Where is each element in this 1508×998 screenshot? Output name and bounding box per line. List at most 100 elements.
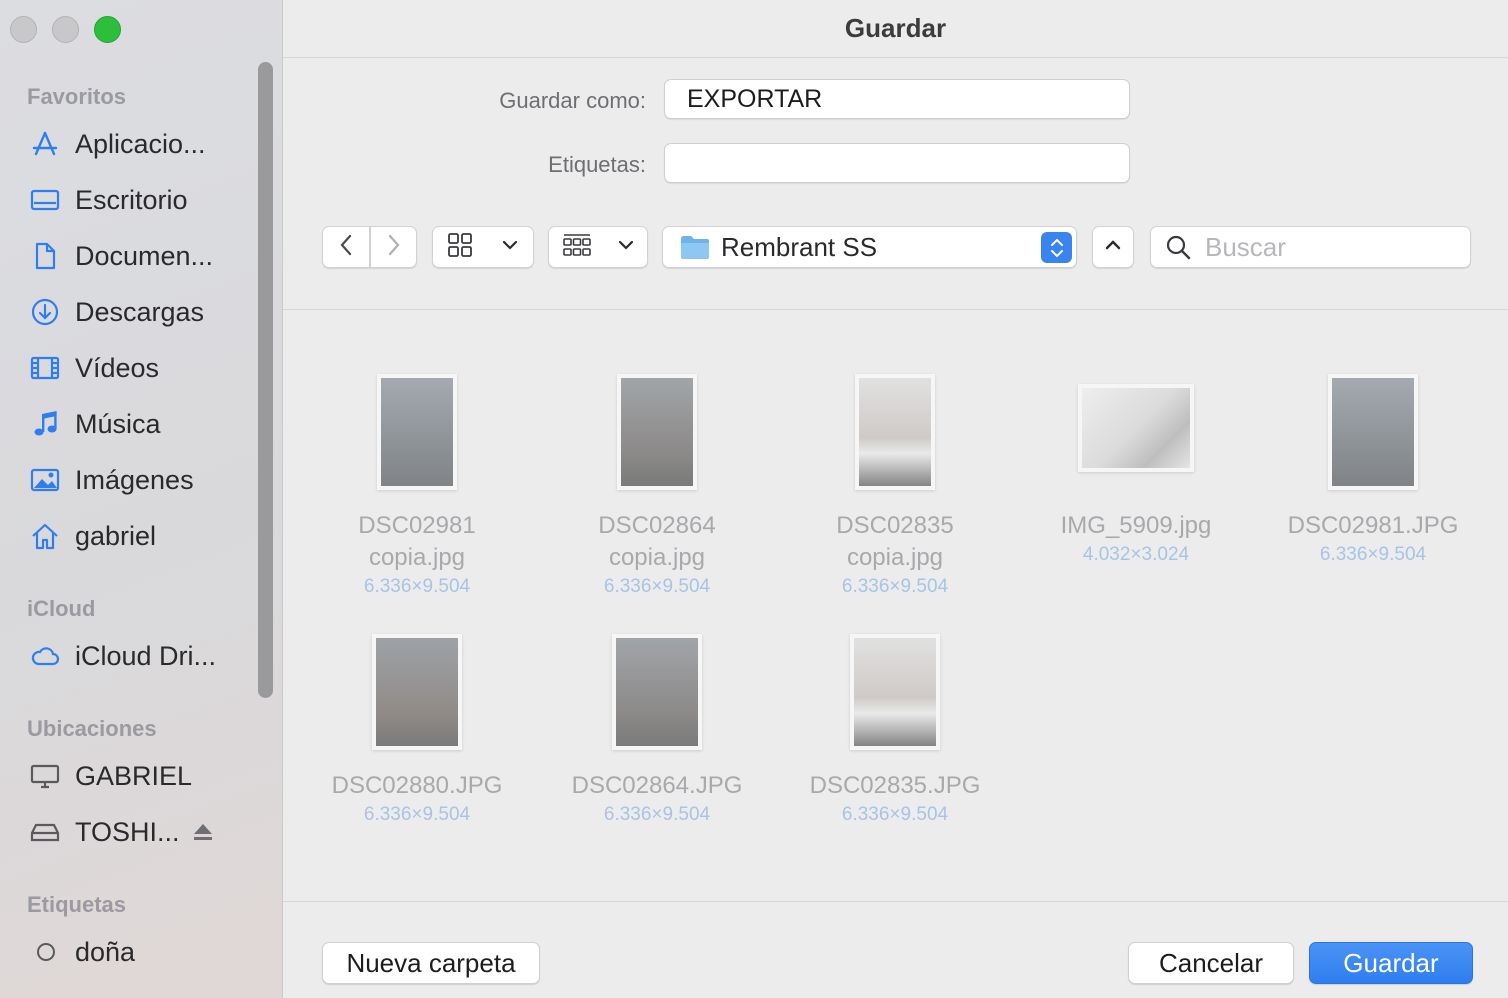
file-name: DSC02880.JPG — [331, 772, 503, 799]
chevron-right-icon — [386, 233, 402, 262]
chevron-down-icon — [501, 238, 519, 257]
save-button[interactable]: Guardar — [1309, 942, 1473, 984]
chevron-down-icon — [617, 238, 635, 257]
file-item[interactable]: DSC02981 copia.jpg 6.336×9.504 — [307, 366, 527, 600]
sidebar-item-documents[interactable]: Documen... — [30, 236, 260, 276]
file-item[interactable]: DSC02835 copia.jpg 6.336×9.504 — [785, 366, 1005, 600]
tag-circle-icon — [30, 935, 64, 969]
file-dimensions: 6.336×9.504 — [363, 576, 471, 597]
cloud-icon — [30, 639, 64, 673]
collapse-button[interactable] — [1092, 226, 1134, 268]
forward-button[interactable] — [370, 226, 417, 268]
file-item[interactable]: DSC02880.JPG 6.336×9.504 — [307, 626, 527, 828]
location-popup[interactable]: Rembrant SS — [662, 226, 1077, 268]
dialog-title: Guardar — [283, 0, 1508, 58]
file-dimensions: 4.032×3.024 — [1082, 544, 1190, 565]
file-thumbnail — [612, 634, 702, 750]
back-button[interactable] — [322, 226, 370, 268]
search-input[interactable] — [1203, 230, 1457, 264]
file-thumbnail — [855, 374, 935, 490]
minimize-button[interactable] — [52, 16, 79, 43]
sidebar-item-label: iCloud Dri... — [75, 640, 217, 671]
file-dimensions: 6.336×9.504 — [603, 804, 711, 825]
location-label: Rembrant SS — [721, 231, 878, 262]
save-as-label: Guardar como: — [499, 88, 646, 113]
file-item[interactable]: IMG_5909.jpg 4.032×3.024 — [1026, 366, 1246, 568]
document-icon — [30, 239, 64, 273]
save-as-field[interactable]: EXPORTAR — [664, 79, 1130, 119]
download-icon — [30, 295, 64, 329]
file-name: DSC02981 copia.jpg — [358, 512, 476, 571]
sidebar-item-label: Aplicacio... — [75, 128, 206, 159]
sidebar-item-label: GABRIEL — [75, 760, 193, 791]
sidebar-section-icloud: iCloud — [27, 596, 96, 621]
tags-label: Etiquetas: — [548, 152, 646, 177]
new-folder-button[interactable]: Nueva carpeta — [322, 942, 540, 984]
file-thumbnail — [1078, 384, 1194, 472]
file-thumbnail — [377, 374, 457, 490]
file-item[interactable]: DSC02981.JPG 6.336×9.504 — [1263, 366, 1483, 568]
sidebar-item-computer[interactable]: GABRIEL — [30, 756, 260, 796]
sidebar: Favoritos Aplicacio... Escritorio Docume… — [0, 0, 283, 998]
grid-view-icon — [447, 232, 473, 263]
tags-field[interactable] — [664, 143, 1130, 183]
file-thumbnail — [372, 634, 462, 750]
file-dimensions: 6.336×9.504 — [603, 576, 711, 597]
file-thumbnail — [1328, 374, 1418, 490]
file-name: DSC02835 copia.jpg — [836, 512, 954, 571]
music-note-icon — [30, 407, 64, 441]
eject-icon[interactable] — [192, 821, 214, 843]
sidebar-item-home[interactable]: gabriel — [30, 516, 260, 556]
group-grid-icon — [562, 232, 592, 263]
file-dimensions: 6.336×9.504 — [841, 804, 949, 825]
sidebar-item-desktop[interactable]: Escritorio — [30, 180, 260, 220]
file-dimensions: 6.336×9.504 — [1319, 544, 1427, 565]
file-grid: DSC02981 copia.jpg 6.336×9.504 DSC02864 … — [283, 310, 1508, 900]
folder-icon — [679, 233, 711, 261]
external-drive-icon — [30, 815, 64, 849]
desktop-icon — [30, 183, 64, 217]
file-name: IMG_5909.jpg — [1060, 512, 1212, 539]
sidebar-item-downloads[interactable]: Descargas — [30, 292, 260, 332]
cancel-button[interactable]: Cancelar — [1128, 942, 1294, 984]
window-controls — [10, 16, 121, 43]
sidebar-item-videos[interactable]: Vídeos — [30, 348, 260, 388]
sidebar-item-external-drive[interactable]: TOSHI... — [30, 812, 260, 852]
file-name: DSC02835.JPG — [809, 772, 981, 799]
footer-divider — [283, 901, 1508, 902]
file-item[interactable]: DSC02864.JPG 6.336×9.504 — [547, 626, 767, 828]
sidebar-item-applications[interactable]: Aplicacio... — [30, 124, 260, 164]
file-name: DSC02864.JPG — [571, 772, 743, 799]
sidebar-item-label: Descargas — [75, 296, 205, 327]
film-icon — [30, 351, 64, 385]
sidebar-section-ubicaciones: Ubicaciones — [27, 716, 157, 741]
search-field[interactable] — [1150, 226, 1471, 268]
group-button[interactable] — [548, 226, 648, 268]
sidebar-item-tag[interactable]: doña — [30, 932, 260, 972]
file-dimensions: 6.336×9.504 — [363, 804, 471, 825]
computer-icon — [30, 759, 64, 793]
search-icon — [1165, 234, 1191, 260]
home-icon — [30, 519, 64, 553]
sidebar-item-music[interactable]: Música — [30, 404, 260, 444]
sidebar-item-icloud-drive[interactable]: iCloud Dri... — [30, 636, 260, 676]
chevron-up-icon — [1104, 238, 1122, 257]
file-item[interactable]: DSC02835.JPG 6.336×9.504 — [785, 626, 1005, 828]
sidebar-section-favoritos: Favoritos — [27, 84, 127, 109]
file-name: DSC02981.JPG — [1287, 512, 1459, 539]
file-thumbnail — [850, 634, 940, 750]
save-dialog: Guardar Guardar como: EXPORTAR Etiquetas… — [283, 0, 1508, 998]
sidebar-item-label: Vídeos — [75, 352, 160, 383]
sidebar-item-pictures[interactable]: Imágenes — [30, 460, 260, 500]
sidebar-item-label: Escritorio — [75, 184, 188, 215]
sidebar-item-label: Música — [75, 408, 161, 439]
photo-icon — [30, 463, 64, 497]
file-thumbnail — [617, 374, 697, 490]
file-item[interactable]: DSC02864 copia.jpg 6.336×9.504 — [547, 366, 767, 600]
icon-view-button[interactable] — [432, 226, 534, 268]
sidebar-item-label: Documen... — [75, 240, 214, 271]
sidebar-scrollbar[interactable] — [258, 62, 273, 698]
zoom-button[interactable] — [94, 16, 121, 43]
sidebar-item-label: gabriel — [75, 520, 157, 551]
close-button[interactable] — [10, 16, 37, 43]
